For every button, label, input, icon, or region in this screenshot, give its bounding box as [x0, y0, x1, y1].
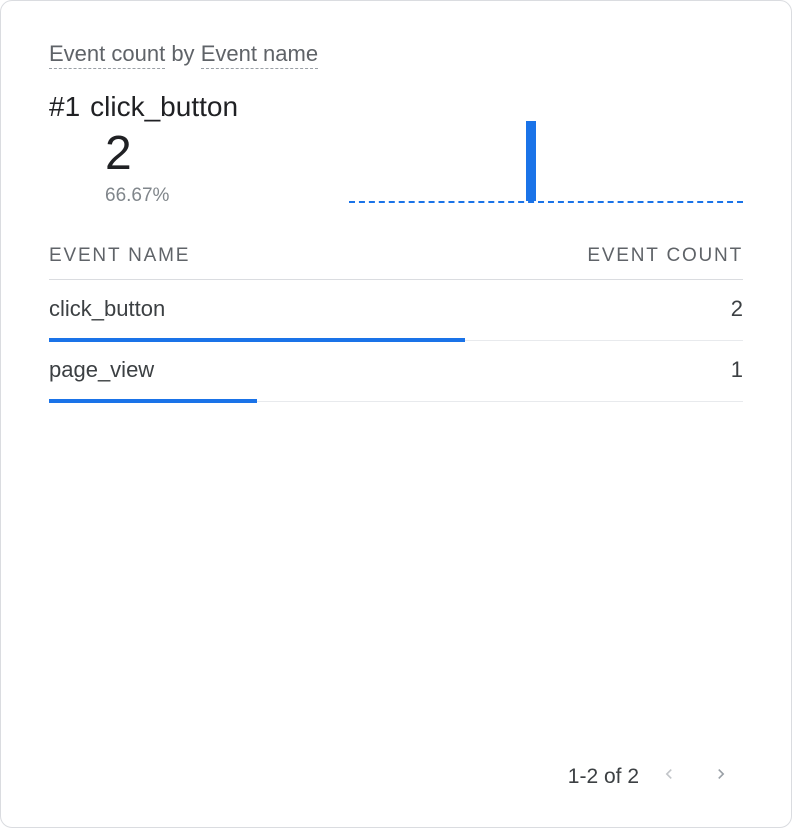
next-page-button[interactable]	[699, 755, 743, 799]
col-header-name: EVENT NAME	[49, 245, 190, 267]
top-event-text: #1 click_button 2 66.67%	[49, 91, 349, 207]
table-row[interactable]: page_view 1	[49, 341, 743, 402]
chevron-left-icon	[659, 764, 679, 790]
pagination: 1-2 of 2	[568, 755, 743, 799]
title-metric[interactable]: Event count	[49, 41, 165, 69]
top-event-name: click_button	[90, 91, 238, 122]
row-event-count: 1	[731, 357, 743, 383]
row-event-name: page_view	[49, 357, 154, 383]
pagination-label: 1-2 of 2	[568, 765, 639, 789]
event-count-card: Event count by Event name #1 click_button…	[0, 0, 792, 828]
col-header-count: EVENT COUNT	[587, 245, 743, 267]
title-by: by	[171, 41, 194, 66]
table-row[interactable]: click_button 2	[49, 280, 743, 341]
top-event-percent: 66.67%	[105, 185, 349, 207]
table-body: click_button 2 page_view 1	[49, 280, 743, 402]
row-event-name: click_button	[49, 296, 165, 322]
row-event-count: 2	[731, 296, 743, 322]
top-event-rank-name: #1 click_button	[49, 91, 349, 123]
row-bar	[49, 399, 257, 403]
top-event-value: 2	[105, 129, 349, 179]
top-event-rank: #1	[49, 91, 80, 122]
title-dimension[interactable]: Event name	[201, 41, 318, 69]
sparkline-chart	[349, 121, 743, 203]
table-header: EVENT NAME EVENT COUNT	[49, 233, 743, 280]
sparkline-bar	[526, 121, 536, 201]
top-event-summary: #1 click_button 2 66.67%	[49, 91, 743, 207]
card-title: Event count by Event name	[49, 41, 743, 67]
chevron-right-icon	[711, 764, 731, 790]
prev-page-button[interactable]	[647, 755, 691, 799]
